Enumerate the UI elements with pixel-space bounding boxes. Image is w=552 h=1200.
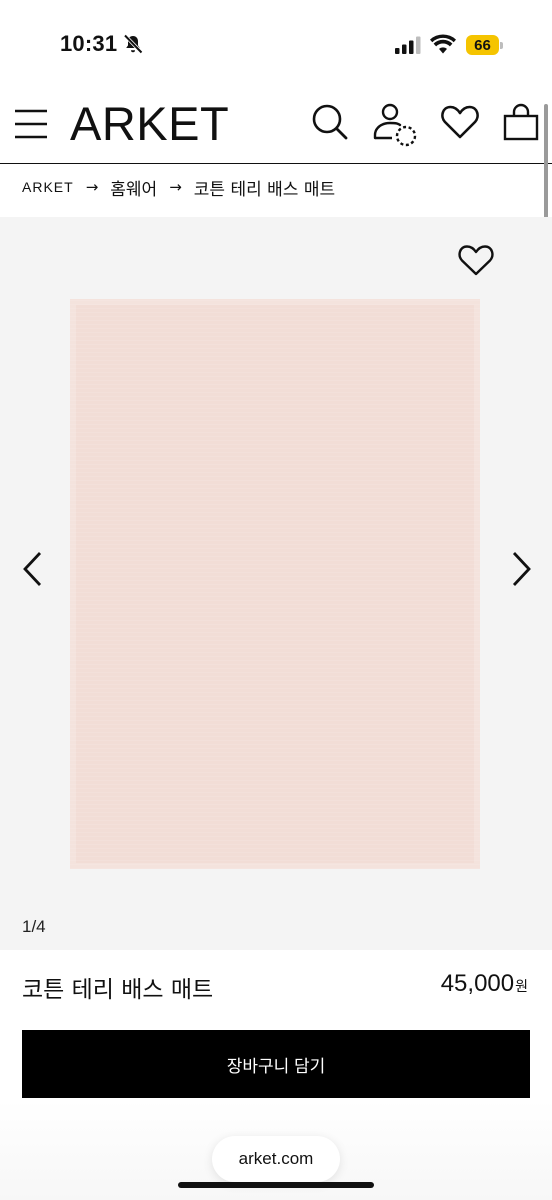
- breadcrumb-item-current[interactable]: 코튼 테리 배스 매트: [194, 175, 335, 200]
- status-time: 10:31: [60, 31, 118, 56]
- product-gallery[interactable]: 1/4: [0, 217, 552, 950]
- bell-slash-icon: [123, 34, 143, 54]
- home-indicator[interactable]: [178, 1182, 374, 1188]
- site-header: ARKET: [0, 92, 552, 164]
- breadcrumb: ARKET → 홈웨어 → 코튼 테리 배스 매트: [22, 166, 335, 208]
- battery-level: 66: [466, 35, 499, 55]
- battery-indicator: 66: [466, 35, 503, 55]
- add-to-cart-button[interactable]: 장바구니 담기: [22, 1030, 530, 1098]
- browser-url-bar[interactable]: arket.com: [212, 1136, 340, 1182]
- product-title: 코튼 테리 배스 매트: [22, 977, 214, 1003]
- image-counter: 1/4: [22, 917, 46, 936]
- search-icon[interactable]: [310, 102, 350, 142]
- breadcrumb-item-homeware[interactable]: 홈웨어: [110, 175, 157, 200]
- shopping-bag-icon[interactable]: [501, 102, 541, 142]
- product-image-bath-mat[interactable]: [70, 299, 480, 869]
- add-to-wishlist-heart-icon[interactable]: [457, 242, 495, 278]
- price-currency: 원: [515, 979, 528, 995]
- wishlist-icon[interactable]: [440, 102, 480, 142]
- next-image-chevron-icon[interactable]: [506, 549, 534, 589]
- status-bar: 10:31 66: [0, 0, 552, 92]
- breadcrumb-arrow-icon: →: [169, 178, 182, 196]
- wifi-icon: [430, 34, 456, 54]
- arket-logo[interactable]: ARKET: [70, 96, 229, 152]
- browser-bottom-bar: arket.com: [0, 1100, 552, 1200]
- breadcrumb-item-arket[interactable]: ARKET: [22, 179, 74, 195]
- breadcrumb-arrow-icon: →: [85, 178, 99, 196]
- battery-tip: [500, 42, 503, 49]
- menu-icon[interactable]: [14, 106, 48, 142]
- product-price: 45,000 원: [441, 970, 528, 998]
- cellular-signal-icon: [395, 36, 421, 54]
- account-icon[interactable]: [370, 100, 418, 148]
- price-amount: 45,000: [440, 970, 515, 997]
- previous-image-chevron-icon[interactable]: [20, 549, 48, 589]
